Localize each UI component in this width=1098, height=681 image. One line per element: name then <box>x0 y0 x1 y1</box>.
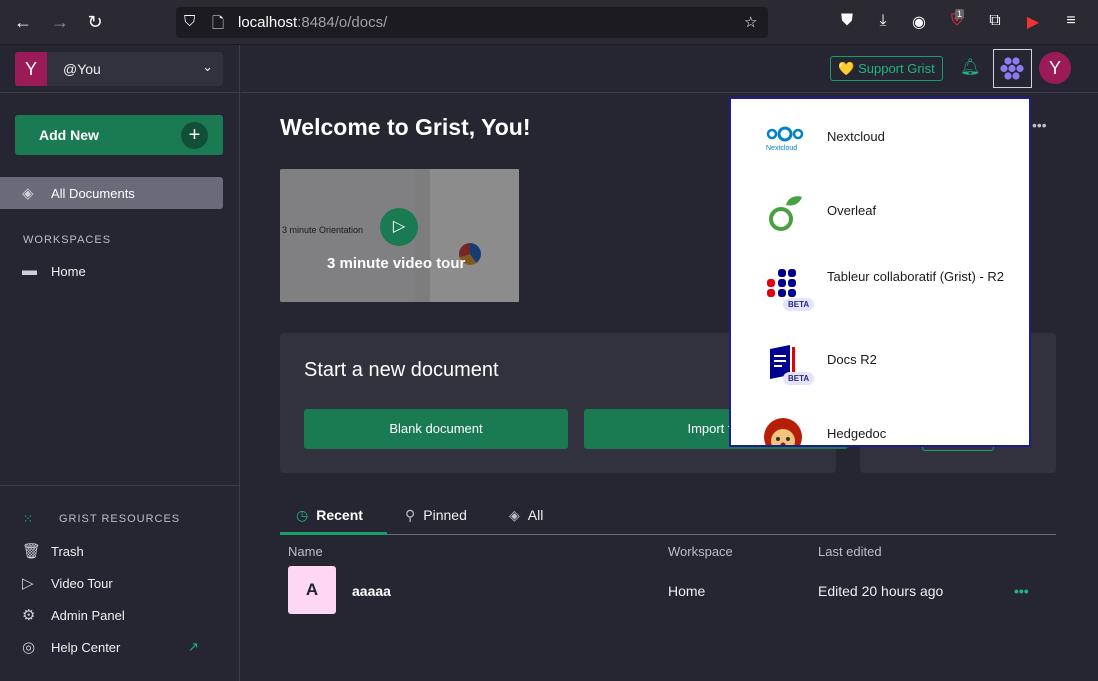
org-switcher[interactable]: Y @You ⌄ <box>15 52 223 86</box>
add-new-label: Add New <box>39 127 99 143</box>
sidebar-item-home[interactable]: ▬ Home <box>0 257 240 285</box>
sidebar-item-label: Video Tour <box>51 576 113 591</box>
extensions-icon[interactable]: ⧉ <box>985 12 1005 30</box>
new-document-title: Start a new document <box>304 359 499 381</box>
sidebar-item-label: Admin Panel <box>51 608 125 623</box>
gear-icon: ⚙ <box>22 607 36 624</box>
download-icon[interactable]: ⤓ <box>873 12 893 30</box>
user-avatar[interactable]: Y <box>1039 52 1071 84</box>
app-name: Tableur collaboratif (Grist) - R2 <box>827 269 1004 284</box>
external-link-icon: ↗ <box>188 639 199 654</box>
youtube-extension-icon[interactable]: ▶ <box>1023 12 1043 32</box>
nextcloud-logo-icon: Nextcloud <box>764 117 806 159</box>
more-options-icon[interactable]: ••• <box>1032 117 1047 133</box>
sidebar-item-label: Trash <box>51 544 84 559</box>
beta-badge: BETA <box>783 298 815 311</box>
sidebar-item-admin-panel[interactable]: ⚙ Admin Panel <box>0 601 240 629</box>
org-name: @You <box>63 61 101 77</box>
divider <box>0 485 240 486</box>
url-text: localhost:8484/o/docs/ <box>238 14 388 31</box>
tab-pinned[interactable]: ⚲ Pinned <box>405 507 467 524</box>
apps-menu-button[interactable] <box>993 49 1032 88</box>
left-sidebar: Y @You ⌄ Add New + ◈ All Documents WORKS… <box>0 45 240 681</box>
support-grist-button[interactable]: 💛 Support Grist <box>830 56 943 81</box>
bookmark-star-icon[interactable]: ☆ <box>744 13 757 31</box>
back-arrow-icon[interactable]: ← <box>12 11 34 33</box>
blank-document-button[interactable]: Blank document <box>304 409 568 449</box>
menu-icon[interactable]: ≡ <box>1061 12 1081 30</box>
shield-icon[interactable]: ⛉ <box>184 13 195 30</box>
app-item-docs-r2[interactable]: BETA Docs R2 <box>731 331 1029 391</box>
resources-header: GRIST RESOURCES <box>59 513 181 525</box>
layers-icon: ◈ <box>509 507 520 523</box>
video-caption: 3 minute video tour <box>327 255 466 272</box>
video-tour-card[interactable]: 3 minute Orientation ▷ 3 minute video to… <box>280 169 519 302</box>
sidebar-item-label: All Documents <box>51 186 135 201</box>
sidebar-item-all-documents[interactable]: ◈ All Documents <box>0 177 223 209</box>
tab-all[interactable]: ◈ All <box>509 507 543 524</box>
bell-icon[interactable]: 🔔︎ <box>960 57 980 77</box>
sidebar-item-label: Help Center <box>51 640 121 655</box>
sidebar-item-trash[interactable]: 🗑 Trash <box>0 537 240 565</box>
doc-workspace: Home <box>668 583 706 599</box>
tab-recent[interactable]: ◷ Recent <box>296 507 363 524</box>
app-name: Docs R2 <box>827 352 877 367</box>
doc-last-edited: Edited 20 hours ago <box>818 583 944 599</box>
doc-initial-avatar: A <box>288 566 336 614</box>
app-item-overleaf[interactable]: Overleaf <box>731 181 1029 241</box>
hedgedoc-logo-icon <box>764 415 806 445</box>
sidebar-item-label: Home <box>51 264 86 279</box>
app-name: Overleaf <box>827 203 877 218</box>
app-name: Hedgedoc <box>827 426 887 441</box>
layers-icon: ◈ <box>22 185 34 202</box>
account-icon[interactable]: ◉ <box>909 12 929 32</box>
chevron-down-icon: ⌄ <box>202 59 213 74</box>
top-bar: 💛 Support Grist 🔔︎ Y <box>241 45 1098 93</box>
video-icon: ▷ <box>22 575 34 592</box>
workspaces-header: WORKSPACES <box>23 234 112 246</box>
play-icon[interactable]: ▷ <box>380 208 418 246</box>
grist-logo-icon: ⁙ <box>23 512 34 526</box>
column-header-last-edited[interactable]: Last edited <box>818 544 882 559</box>
active-tab-indicator <box>280 532 387 535</box>
plus-icon: + <box>181 122 208 149</box>
column-header-name[interactable]: Name <box>288 544 323 559</box>
pin-icon: ⚲ <box>405 507 416 523</box>
pocket-icon[interactable]: ⛊ <box>837 12 857 30</box>
forward-arrow-icon[interactable]: → <box>49 11 71 33</box>
doc-name[interactable]: aaaaa <box>352 583 391 599</box>
trash-icon: 🗑 <box>22 543 42 560</box>
apps-grid-icon <box>1000 57 1024 80</box>
table-row[interactable]: A aaaaa Home Edited 20 hours ago ••• <box>280 559 1056 621</box>
beta-badge: BETA <box>783 372 815 385</box>
add-new-button[interactable]: Add New + <box>15 115 223 155</box>
folder-icon: ▬ <box>22 262 37 279</box>
divider <box>0 92 240 93</box>
clock-icon: ◷ <box>296 507 309 523</box>
app-name: Nextcloud <box>827 129 885 144</box>
address-bar[interactable]: ⛉ 🗋 localhost:8484/o/docs/ ☆ <box>176 7 768 38</box>
sidebar-item-video-tour[interactable]: ▷ Video Tour <box>0 569 240 597</box>
page-icon: 🗋 <box>212 15 225 32</box>
page-title: Welcome to Grist, You! <box>280 114 531 140</box>
overleaf-leaf-icon <box>764 191 806 233</box>
browser-toolbar: ← → ↻ ⛉ 🗋 localhost:8484/o/docs/ ☆ ⛊ ⤓ ◉… <box>0 0 1098 45</box>
extension-badge: 1 <box>955 9 965 19</box>
org-avatar: Y <box>15 52 47 86</box>
column-header-workspace[interactable]: Workspace <box>668 544 733 559</box>
row-more-options-icon[interactable]: ••• <box>1014 583 1029 599</box>
doc-tabs: ◷ Recent ⚲ Pinned ◈ All <box>280 497 1056 535</box>
app-item-grist-r2[interactable]: BETA Tableur collaboratif (Grist) - R2 <box>731 257 1029 317</box>
reload-icon[interactable]: ↻ <box>84 11 106 33</box>
app-item-hedgedoc[interactable]: Hedgedoc <box>731 405 1029 445</box>
help-icon: ◎ <box>22 639 36 656</box>
apps-dropdown-menu: Nextcloud Nextcloud Overleaf BETA Tableu… <box>729 97 1031 447</box>
sidebar-item-help-center[interactable]: ◎ Help Center ↗ <box>0 633 240 661</box>
app-item-nextcloud[interactable]: Nextcloud Nextcloud <box>731 107 1029 167</box>
